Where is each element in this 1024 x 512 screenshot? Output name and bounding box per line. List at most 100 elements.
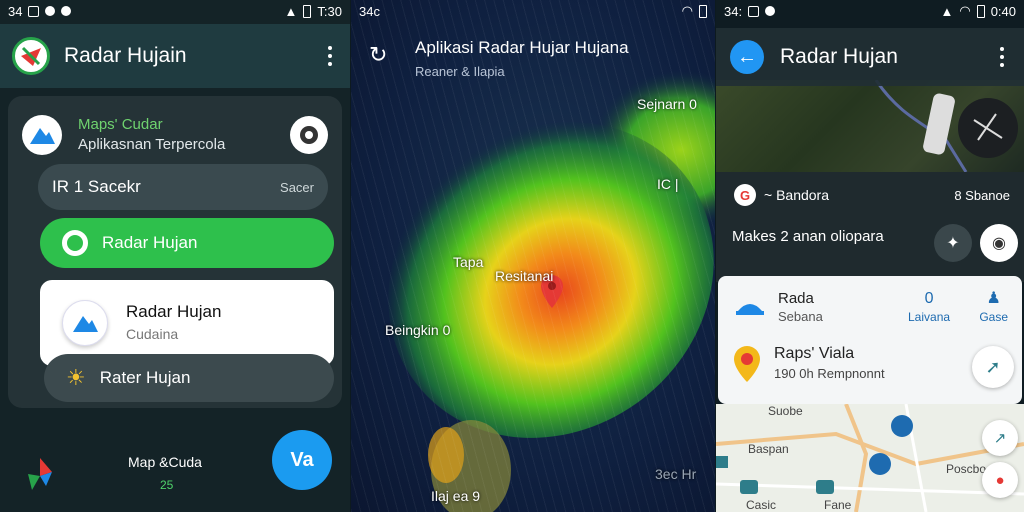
- panel-radar-detail: 34: ▲ ◠ 0:40 ← Radar Hujan G ~ Bandora 8…: [716, 0, 1024, 512]
- app-title: Radar Hujain: [64, 44, 187, 67]
- info-description: Makes 2 anan oliopara: [732, 228, 884, 245]
- status-time-right: 0:40: [990, 3, 1016, 19]
- radar-card-subtitle: Cudaina: [126, 326, 179, 342]
- street-label-3: Poscbo: [946, 462, 987, 476]
- status-bar: 34: ▲ ◠ 0:40: [716, 0, 1024, 22]
- bottom-area: Map &Cuda 25 Va: [0, 418, 350, 512]
- radar-hujan-button-label: Radar Hujan: [102, 233, 198, 252]
- map-label-center: Resitanai: [495, 268, 554, 284]
- map-title: Aplikasi Radar Hujar Hujana: [415, 38, 629, 57]
- gallery-icon: [748, 5, 760, 17]
- mountain-avatar-small: [62, 300, 108, 346]
- refresh-icon[interactable]: ↻: [369, 42, 387, 68]
- map-label-mid-right: IC |: [657, 176, 679, 192]
- navigate-icon: ➚: [985, 356, 1001, 377]
- sheet-item2-title: Raps' Viala: [774, 345, 855, 362]
- mountain-avatar: [22, 115, 62, 155]
- navigate-button[interactable]: ➚: [972, 346, 1014, 388]
- info-location: ~ Bandora: [764, 187, 829, 203]
- map-label-left: Beingkin 0: [385, 322, 451, 338]
- bottom-sub: 25: [160, 478, 174, 492]
- target-icon: ◉: [992, 235, 1006, 252]
- rater-hujan-label: Rater Hujan: [99, 368, 191, 387]
- radar-hujan-button[interactable]: Radar Hujan: [40, 218, 334, 268]
- fab-label: Va: [290, 448, 314, 471]
- sheet-mid[interactable]: 0 Laivana: [908, 290, 950, 326]
- home-card: Maps' Cudar Aplikasnan Terpercola IR 1 S…: [8, 96, 342, 408]
- mountain-icon: [30, 128, 55, 144]
- map-label-tapa: Tapa: [453, 254, 484, 270]
- compass-button[interactable]: ✦: [934, 224, 972, 262]
- map-subtitle: Reaner & Ilapia: [415, 64, 505, 79]
- street-label-2: Baspan: [748, 442, 789, 456]
- notification-icon: [765, 6, 776, 16]
- sheet-item2-sub: 190 0h Rempnonnt: [774, 366, 885, 381]
- sheet-mid-label: Laivana: [908, 310, 951, 324]
- compass-icon: ✦: [946, 235, 960, 252]
- search-field[interactable]: IR 1 Sacekr Sacer: [38, 164, 328, 210]
- layers-button[interactable]: ●: [982, 462, 1018, 498]
- place-sheet: Rada Sebana 0 Laivana ♟ Gase Raps' Viala…: [718, 276, 1022, 404]
- street-map[interactable]: Suobe Baspan Poscbo Casic Fane ↗ ●: [716, 403, 1024, 512]
- status-time: 34c: [359, 3, 380, 19]
- map-label-bottom-right: 3ec Hr: [655, 466, 697, 482]
- radar-card-title: Radar Hujan: [126, 302, 222, 321]
- rater-hujan-button[interactable]: ☀ Rater Hujan: [44, 354, 334, 402]
- camera-button[interactable]: [290, 116, 328, 154]
- battery-icon: [699, 4, 707, 18]
- wifi-icon: ◠: [681, 3, 693, 18]
- card-header: Maps' Cudar Aplikasnan Terpercola: [22, 106, 328, 164]
- map-header: ↻ Aplikasi Radar Hujar Hujana Reaner & I…: [365, 28, 705, 88]
- signal-icon: ▲: [284, 3, 298, 19]
- camera-icon: [300, 126, 318, 144]
- street-label-1: Suobe: [768, 404, 803, 418]
- street-label-5: Fane: [824, 498, 852, 512]
- sheet-item1-sub: Sebana: [778, 309, 823, 324]
- radar-logo-icon: [21, 46, 41, 66]
- target-button[interactable]: ◉: [980, 224, 1018, 262]
- overflow-menu-icon[interactable]: [322, 40, 338, 72]
- search-label: IR 1 Sacekr: [52, 177, 141, 196]
- app-bar: ← Radar Hujan: [716, 28, 1024, 86]
- battery-icon: [976, 4, 985, 18]
- radio-ring-icon: [62, 230, 88, 256]
- sheet-mid-value: 0: [924, 290, 934, 307]
- battery-icon: [303, 4, 312, 18]
- alarm-icon: [61, 6, 72, 16]
- panel-radar-map: 34c ◠ ↻ Aplikasi Radar Hujar Hujana Rean…: [351, 0, 715, 512]
- sheet-item-raps[interactable]: Raps' Viala 190 0h Rempnonnt: [732, 344, 885, 384]
- app-bar: Radar Hujain: [0, 24, 350, 88]
- pin-sun-icon: [734, 346, 760, 382]
- status-time-right: T:30: [317, 3, 342, 19]
- arrow-left-icon: ←: [737, 45, 757, 68]
- status-time: 34: [8, 3, 23, 19]
- route-button[interactable]: ↗: [982, 420, 1018, 456]
- notification-icon: [45, 6, 56, 16]
- status-time: 34:: [724, 3, 743, 19]
- bottom-label: Map &Cuda: [128, 454, 202, 470]
- card-header-title: Maps' Cudar: [78, 116, 163, 133]
- back-button[interactable]: ←: [730, 40, 764, 74]
- wifi-icon: ◠: [959, 3, 971, 18]
- sheet-item-radar[interactable]: Rada Sebana: [734, 290, 823, 326]
- street-label-4: Casic: [746, 498, 777, 512]
- card-header-subtitle: Aplikasnan Terpercola: [78, 136, 226, 153]
- satellite-roads: [874, 79, 1018, 173]
- search-hint: Sacer: [280, 179, 314, 195]
- sheet-right[interactable]: ♟ Gase: [979, 290, 1008, 326]
- route-icon: ↗: [993, 430, 1007, 447]
- overflow-menu-icon[interactable]: [994, 41, 1010, 73]
- mountain-icon: [73, 316, 98, 332]
- status-bar: 34 ▲ T:30: [0, 0, 350, 22]
- floating-action-button[interactable]: Va: [272, 430, 332, 490]
- hat-icon: [736, 304, 764, 315]
- street-roads: [716, 403, 1024, 512]
- kite-logo-icon: [22, 454, 58, 499]
- app-logo: [12, 37, 50, 75]
- info-right: 8 Sbanoe: [954, 187, 1010, 203]
- sheet-item1-title: Rada: [778, 290, 814, 307]
- satellite-view[interactable]: [716, 79, 1024, 173]
- map-label-bottom-left: Ilaj ea 9: [431, 488, 481, 504]
- layers-icon: ●: [995, 471, 1005, 489]
- gallery-icon: [28, 5, 40, 17]
